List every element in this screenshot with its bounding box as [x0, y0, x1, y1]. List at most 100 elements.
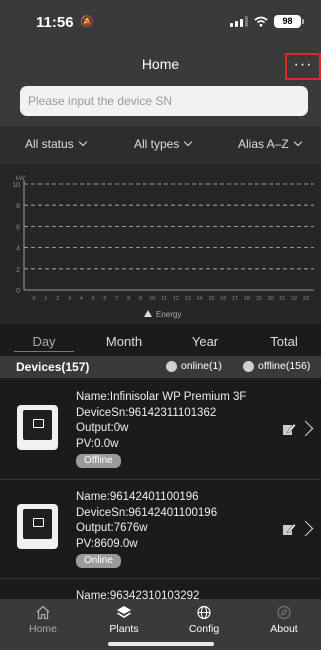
inverter-icon [17, 405, 58, 450]
offline-dot-icon [243, 360, 254, 372]
devices-count: Devices(157) [16, 360, 90, 374]
x-tick-label: 22 [291, 296, 297, 302]
globe-icon [197, 605, 211, 620]
chevron-right-icon[interactable] [297, 520, 314, 537]
edit-icon[interactable] [282, 522, 296, 536]
device-list-item[interactable]: Name:96142401100196 DeviceSn:96142401100… [0, 480, 321, 579]
y-tick-label: 2 [16, 267, 20, 274]
device-list-item[interactable]: Name:96342310103292 [0, 579, 321, 599]
x-tick-label: 13 [185, 296, 191, 302]
device-info: Name:Infinisolar WP Premium 3F DeviceSn:… [76, 390, 246, 469]
device-output: Output:7676w [76, 522, 148, 534]
device-output: Output:0w [76, 422, 129, 434]
device-name: Name:96142401100196 [76, 491, 199, 503]
tab-about[interactable]: About [252, 605, 316, 635]
online-filter[interactable]: online(1) [166, 360, 222, 372]
tab-config-label: Config [188, 623, 220, 635]
device-info: Name:96142401100196 DeviceSn:96142401100… [76, 490, 217, 569]
bell-off-icon: 🔕 [80, 16, 94, 28]
x-tick-label: 19 [256, 296, 262, 302]
device-sn: DeviceSn:96142311101362 [76, 406, 217, 419]
tab-plants[interactable]: Plants [92, 605, 156, 635]
offline-count: offline(156) [258, 360, 311, 372]
tab-config[interactable]: Config [172, 605, 236, 635]
offline-filter[interactable]: offline(156) [243, 360, 310, 372]
wifi-icon [254, 16, 268, 27]
status-badge: Offline [76, 454, 121, 468]
x-axis-ticks: 0 1 2 3 4 5 6 7 8 9 10 11 12 13 14 15 16 17 18 19 20 21 22 23 [32, 296, 309, 302]
sort-label: Alias A–Z [238, 137, 289, 151]
home-indicator [108, 642, 214, 646]
type-filter-dropdown[interactable]: All types [134, 137, 193, 151]
status-filter-label: All status [25, 137, 74, 151]
sort-dropdown[interactable]: Alias A–Z [238, 137, 302, 151]
tab-home[interactable]: Home [11, 605, 75, 635]
device-name: Name:Infinisolar WP Premium 3F [76, 391, 247, 403]
x-tick-label: 23 [303, 296, 309, 302]
x-tick-label: 17 [232, 296, 238, 302]
tab-total[interactable]: Total [254, 334, 314, 349]
tab-day[interactable]: Day [14, 334, 74, 352]
x-tick-label: 3 [68, 296, 71, 302]
energy-legend-label: Energy [156, 310, 181, 319]
x-tick-label: 20 [267, 296, 273, 302]
device-pv: PV:8609.0w [76, 537, 138, 550]
status-time: 11:56 [36, 14, 74, 31]
x-tick-label: 9 [139, 296, 142, 302]
energy-chart-svg: kW 0246810 0 1 2 3 4 5 6 7 8 9 10 11 12 13 14 15 16 17 18 1… [12, 176, 314, 319]
plants-icon [117, 606, 131, 618]
x-tick-label: 18 [244, 296, 250, 302]
x-tick-label: 15 [208, 296, 214, 302]
y-axis-ticks: 0 2 4 6 8 10 [12, 182, 20, 295]
device-sn-search-input[interactable] [20, 86, 308, 116]
period-tabs: Day Month Year Total [0, 326, 321, 356]
device-sn: DeviceSn:96142401100196 [76, 506, 218, 519]
status-badge: Online [76, 554, 121, 568]
device-name: Name:96342310103292 [76, 590, 200, 599]
online-dot-icon [166, 360, 177, 372]
y-tick-label: 6 [16, 224, 20, 231]
x-tick-label: 6 [103, 296, 106, 302]
device-pv: PV:0.0w [76, 437, 119, 450]
tab-plants-label: Plants [109, 623, 139, 635]
x-tick-label: 10 [149, 296, 155, 302]
tab-month[interactable]: Month [94, 334, 154, 349]
x-tick-label: 7 [115, 296, 118, 302]
device-info: Name:96342310103292 [76, 589, 199, 599]
x-tick-label: 8 [127, 296, 130, 302]
x-tick-label: 5 [92, 296, 95, 302]
y-tick-label: 10 [12, 182, 20, 189]
cellular-signal-icon [230, 16, 248, 27]
x-tick-label: 21 [279, 296, 285, 302]
x-tick-label: 12 [173, 296, 179, 302]
edit-icon[interactable] [282, 422, 296, 436]
inverter-icon [17, 504, 58, 549]
chevron-right-icon[interactable] [297, 420, 314, 437]
online-count: online(1) [181, 360, 222, 372]
status-filter-dropdown[interactable]: All status [25, 137, 87, 151]
x-tick-label: 0 [32, 296, 35, 302]
x-tick-label: 11 [161, 296, 167, 302]
filter-bar: All status All types Alias A–Z [0, 126, 321, 164]
x-tick-label: 4 [80, 296, 83, 302]
page-title: Home [141, 56, 180, 72]
y-tick-label: 0 [16, 288, 20, 295]
x-tick-label: 1 [44, 296, 47, 302]
search-area [0, 84, 321, 126]
title-bar: Home ··· [0, 44, 321, 84]
device-list-item[interactable]: Name:Infinisolar WP Premium 3F DeviceSn:… [0, 378, 321, 480]
y-tick-label: 4 [16, 246, 20, 253]
x-tick-label: 14 [197, 296, 203, 302]
more-options-button[interactable]: ··· [285, 53, 321, 80]
tab-year[interactable]: Year [175, 334, 235, 349]
energy-chart: kW 0 2 4 6 8 10 0 1 2 3 4 5 6 7 8 9 10 11 12 13 14 15 16 17 18 1… [0, 164, 321, 324]
status-bar: 11:56 🔕 98 [0, 0, 321, 44]
chart-grid [23, 180, 314, 291]
energy-legend-marker [144, 310, 152, 317]
x-tick-label: 2 [56, 296, 59, 302]
devices-header: Devices(157) online(1) offline(156) [0, 356, 321, 378]
chevron-down-icon [184, 137, 193, 147]
home-icon [36, 605, 50, 620]
chevron-down-icon [293, 137, 302, 147]
status-indicators: 98 [230, 15, 304, 28]
